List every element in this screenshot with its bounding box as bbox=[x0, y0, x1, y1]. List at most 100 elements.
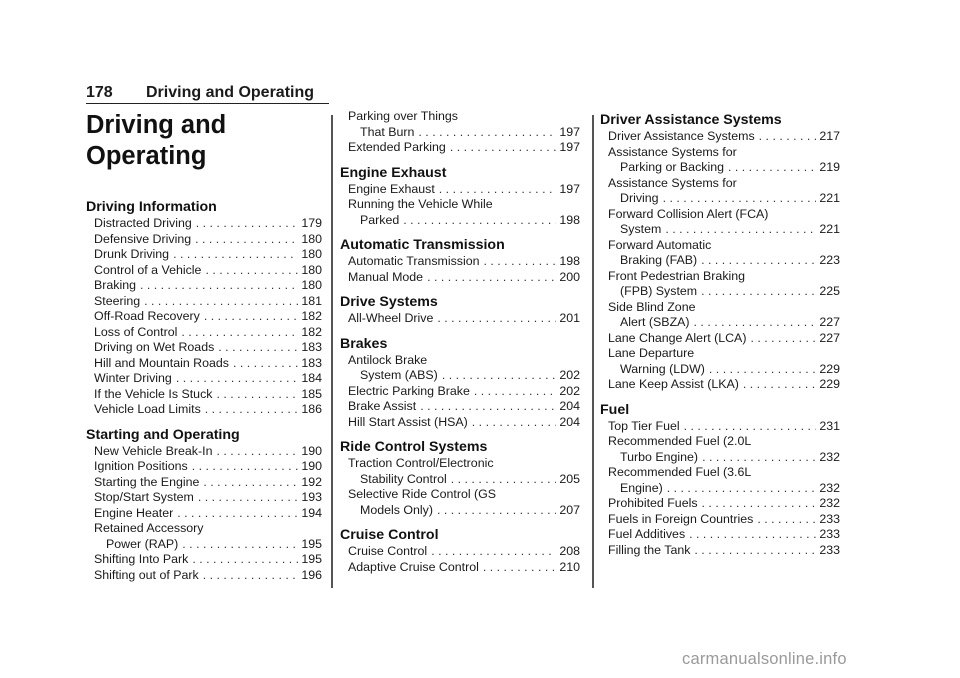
toc-entry[interactable]: Selective Ride Control (GSModels Only) 20… bbox=[340, 487, 580, 518]
column-divider bbox=[592, 115, 594, 588]
dot-leader bbox=[427, 270, 556, 286]
dot-leader bbox=[437, 311, 556, 327]
toc-entry[interactable]: All-Wheel Drive 201 bbox=[340, 311, 580, 327]
toc-entry[interactable]: Extended Parking 197 bbox=[340, 140, 580, 156]
toc-entry[interactable]: Shifting out of Park 196 bbox=[86, 568, 322, 584]
toc-entry-title: Electric Parking Brake bbox=[348, 383, 470, 398]
toc-entry[interactable]: Lane Keep Assist (LKA) 229 bbox=[600, 377, 840, 393]
toc-entry[interactable]: New Vehicle Break-In 190 bbox=[86, 444, 322, 460]
toc-entry-title: Braking bbox=[94, 278, 137, 292]
toc-entry[interactable]: Prohibited Fuels 232 bbox=[600, 496, 840, 512]
toc-entry[interactable]: Parking over ThingsThat Burn 197 bbox=[340, 109, 580, 140]
toc-entry[interactable]: Ignition Positions 190 bbox=[86, 459, 322, 475]
toc-entry[interactable]: Running the Vehicle WhileParked 198 bbox=[340, 197, 580, 228]
toc-entry-page: 229 bbox=[819, 377, 840, 391]
toc-entry[interactable]: Winter Driving 184 bbox=[86, 371, 322, 387]
toc-entry[interactable]: Lane Change Alert (LCA) 227 bbox=[600, 331, 840, 347]
toc-entry[interactable]: Vehicle Load Limits 186 bbox=[86, 402, 322, 418]
toc-entry[interactable]: Defensive Driving 180 bbox=[86, 232, 322, 248]
toc-entry-row: Hill and Mountain Roads 183 bbox=[94, 356, 322, 372]
toc-entry-row: Engine Exhaust 197 bbox=[348, 182, 580, 198]
toc-entry[interactable]: Traction Control/Electronic Stability Con… bbox=[340, 456, 580, 487]
section-title: Cruise Control bbox=[340, 527, 439, 543]
toc-entry[interactable]: Off-Road Recovery 182 bbox=[86, 309, 322, 325]
toc-entry-row: Winter Driving 184 bbox=[94, 371, 322, 387]
toc-entry-page: 197 bbox=[559, 140, 580, 154]
toc-entry[interactable]: Manual Mode 200 bbox=[340, 270, 580, 286]
dot-leader bbox=[684, 419, 817, 435]
section-title: Driving Information bbox=[86, 199, 217, 215]
toc-entry-title-line1: Antilock Brake bbox=[348, 352, 428, 367]
toc-entry[interactable]: Side Blind ZoneAlert (SBZA) 227 bbox=[600, 300, 840, 331]
toc-entry-title-line1: Assistance Systems for bbox=[608, 144, 737, 159]
toc-entry-title: Extended Parking bbox=[348, 140, 446, 154]
toc-entry[interactable]: Cruise Control 208 bbox=[340, 544, 580, 560]
toc-entry-row: Engine) 232 bbox=[608, 481, 840, 497]
toc-entry[interactable]: Automatic Transmission 198 bbox=[340, 254, 580, 270]
toc-entry[interactable]: Top Tier Fuel 231 bbox=[600, 419, 840, 435]
toc-entry[interactable]: Distracted Driving 179 bbox=[86, 216, 322, 232]
toc-entry[interactable]: Brake Assist 204 bbox=[340, 399, 580, 415]
toc-entry[interactable]: Retained AccessoryPower (RAP) 195 bbox=[86, 521, 322, 552]
toc-entry[interactable]: Loss of Control 182 bbox=[86, 325, 322, 341]
toc-entry-row: Cruise Control 208 bbox=[348, 544, 580, 560]
toc-entry-title: Prohibited Fuels bbox=[608, 496, 698, 510]
toc-entry[interactable]: Front Pedestrian Braking(FPB) System 225 bbox=[600, 269, 840, 300]
toc-entry-page: 180 bbox=[301, 262, 322, 277]
toc-entry-page: 198 bbox=[559, 212, 580, 227]
toc-entry-row: Loss of Control 182 bbox=[94, 325, 322, 341]
toc-entry-title: Engine Heater bbox=[94, 505, 174, 520]
page-number: 178 bbox=[86, 84, 113, 101]
toc-entry[interactable]: Hill and Mountain Roads 183 bbox=[86, 356, 322, 372]
toc-entry-row: Prohibited Fuels 232 bbox=[608, 496, 840, 512]
toc-entry[interactable]: Fuels in Foreign Countries 233 bbox=[600, 512, 840, 528]
toc-entry[interactable]: Stop/Start System 193 bbox=[86, 490, 322, 506]
toc-entry[interactable]: Lane DepartureWarning (LDW) 229 bbox=[600, 346, 840, 377]
toc-entry-row: Parking or Backing 219 bbox=[608, 160, 840, 176]
toc-entry[interactable]: Recommended Fuel (3.6L Engine) 232 bbox=[600, 465, 840, 496]
toc-entry[interactable]: Starting the Engine 192 bbox=[86, 475, 322, 491]
toc-entry[interactable]: Control of a Vehicle 180 bbox=[86, 263, 322, 279]
toc-entry[interactable]: Engine Exhaust 197 bbox=[340, 182, 580, 198]
toc-entry[interactable]: Driving on Wet Roads 183 bbox=[86, 340, 322, 356]
toc-entry[interactable]: Fuel Additives 233 bbox=[600, 527, 840, 543]
toc-entry-page: 197 bbox=[559, 124, 580, 139]
toc-entry-page: 207 bbox=[559, 502, 580, 517]
toc-entry-title-line1: Recommended Fuel (3.6L bbox=[608, 465, 752, 479]
toc-section: FuelTop Tier Fuel 231 Recommended Fuel (2.… bbox=[600, 401, 840, 559]
toc-entry[interactable]: Forward AutomaticBraking (FAB) 223 bbox=[600, 238, 840, 269]
toc-entry[interactable]: Steering 181 bbox=[86, 294, 322, 310]
dot-leader bbox=[694, 543, 816, 559]
toc-entry-title: Ignition Positions bbox=[94, 459, 188, 473]
dot-leader bbox=[192, 459, 299, 475]
toc-entry[interactable]: Assistance Systems for Parking or Backing… bbox=[600, 145, 840, 176]
toc-section: Driving InformationDistracted Driving 179… bbox=[86, 198, 322, 418]
toc-entry[interactable]: Filling the Tank 233 bbox=[600, 543, 840, 559]
dot-leader bbox=[420, 399, 556, 415]
toc-entry[interactable]: Hill Start Assist (HSA) 204 bbox=[340, 415, 580, 431]
toc-entry-title: Fuel Additives bbox=[608, 527, 686, 541]
toc-entry-title-line1: Traction Control/Electronic bbox=[348, 456, 494, 470]
toc-entry-title-line1: Front Pedestrian Braking bbox=[608, 268, 746, 283]
toc-entry[interactable]: Shifting Into Park 195 bbox=[86, 552, 322, 568]
toc-entry[interactable]: Engine Heater 194 bbox=[86, 506, 322, 522]
toc-entry[interactable]: Antilock BrakeSystem (ABS) 202 bbox=[340, 353, 580, 384]
toc-entry[interactable]: Forward Collision Alert (FCA)System 221 bbox=[600, 207, 840, 238]
toc-entry[interactable]: Electric Parking Brake 202 bbox=[340, 384, 580, 400]
dot-leader bbox=[728, 160, 816, 176]
toc-entry-title: If the Vehicle Is Stuck bbox=[94, 386, 213, 401]
toc-entry[interactable]: Recommended Fuel (2.0LTurbo Engine) 232 bbox=[600, 434, 840, 465]
dot-leader bbox=[472, 415, 557, 431]
toc-entry-page: 179 bbox=[301, 216, 322, 230]
toc-entry[interactable]: Assistance Systems forDriving 221 bbox=[600, 176, 840, 207]
toc-entry-page: 217 bbox=[819, 129, 840, 143]
toc-entry[interactable]: Drunk Driving 180 bbox=[86, 247, 322, 263]
toc-entry-page: 232 bbox=[819, 449, 840, 464]
section-title: Drive Systems bbox=[340, 294, 438, 310]
toc-entry-page: 232 bbox=[819, 480, 840, 495]
toc-entry[interactable]: Adaptive Cruise Control 210 bbox=[340, 560, 580, 576]
toc-entry[interactable]: Braking 180 bbox=[86, 278, 322, 294]
toc-entry[interactable]: If the Vehicle Is Stuck 185 bbox=[86, 387, 322, 403]
dot-leader bbox=[701, 284, 816, 300]
toc-entry[interactable]: Driver Assistance Systems 217 bbox=[600, 129, 840, 145]
